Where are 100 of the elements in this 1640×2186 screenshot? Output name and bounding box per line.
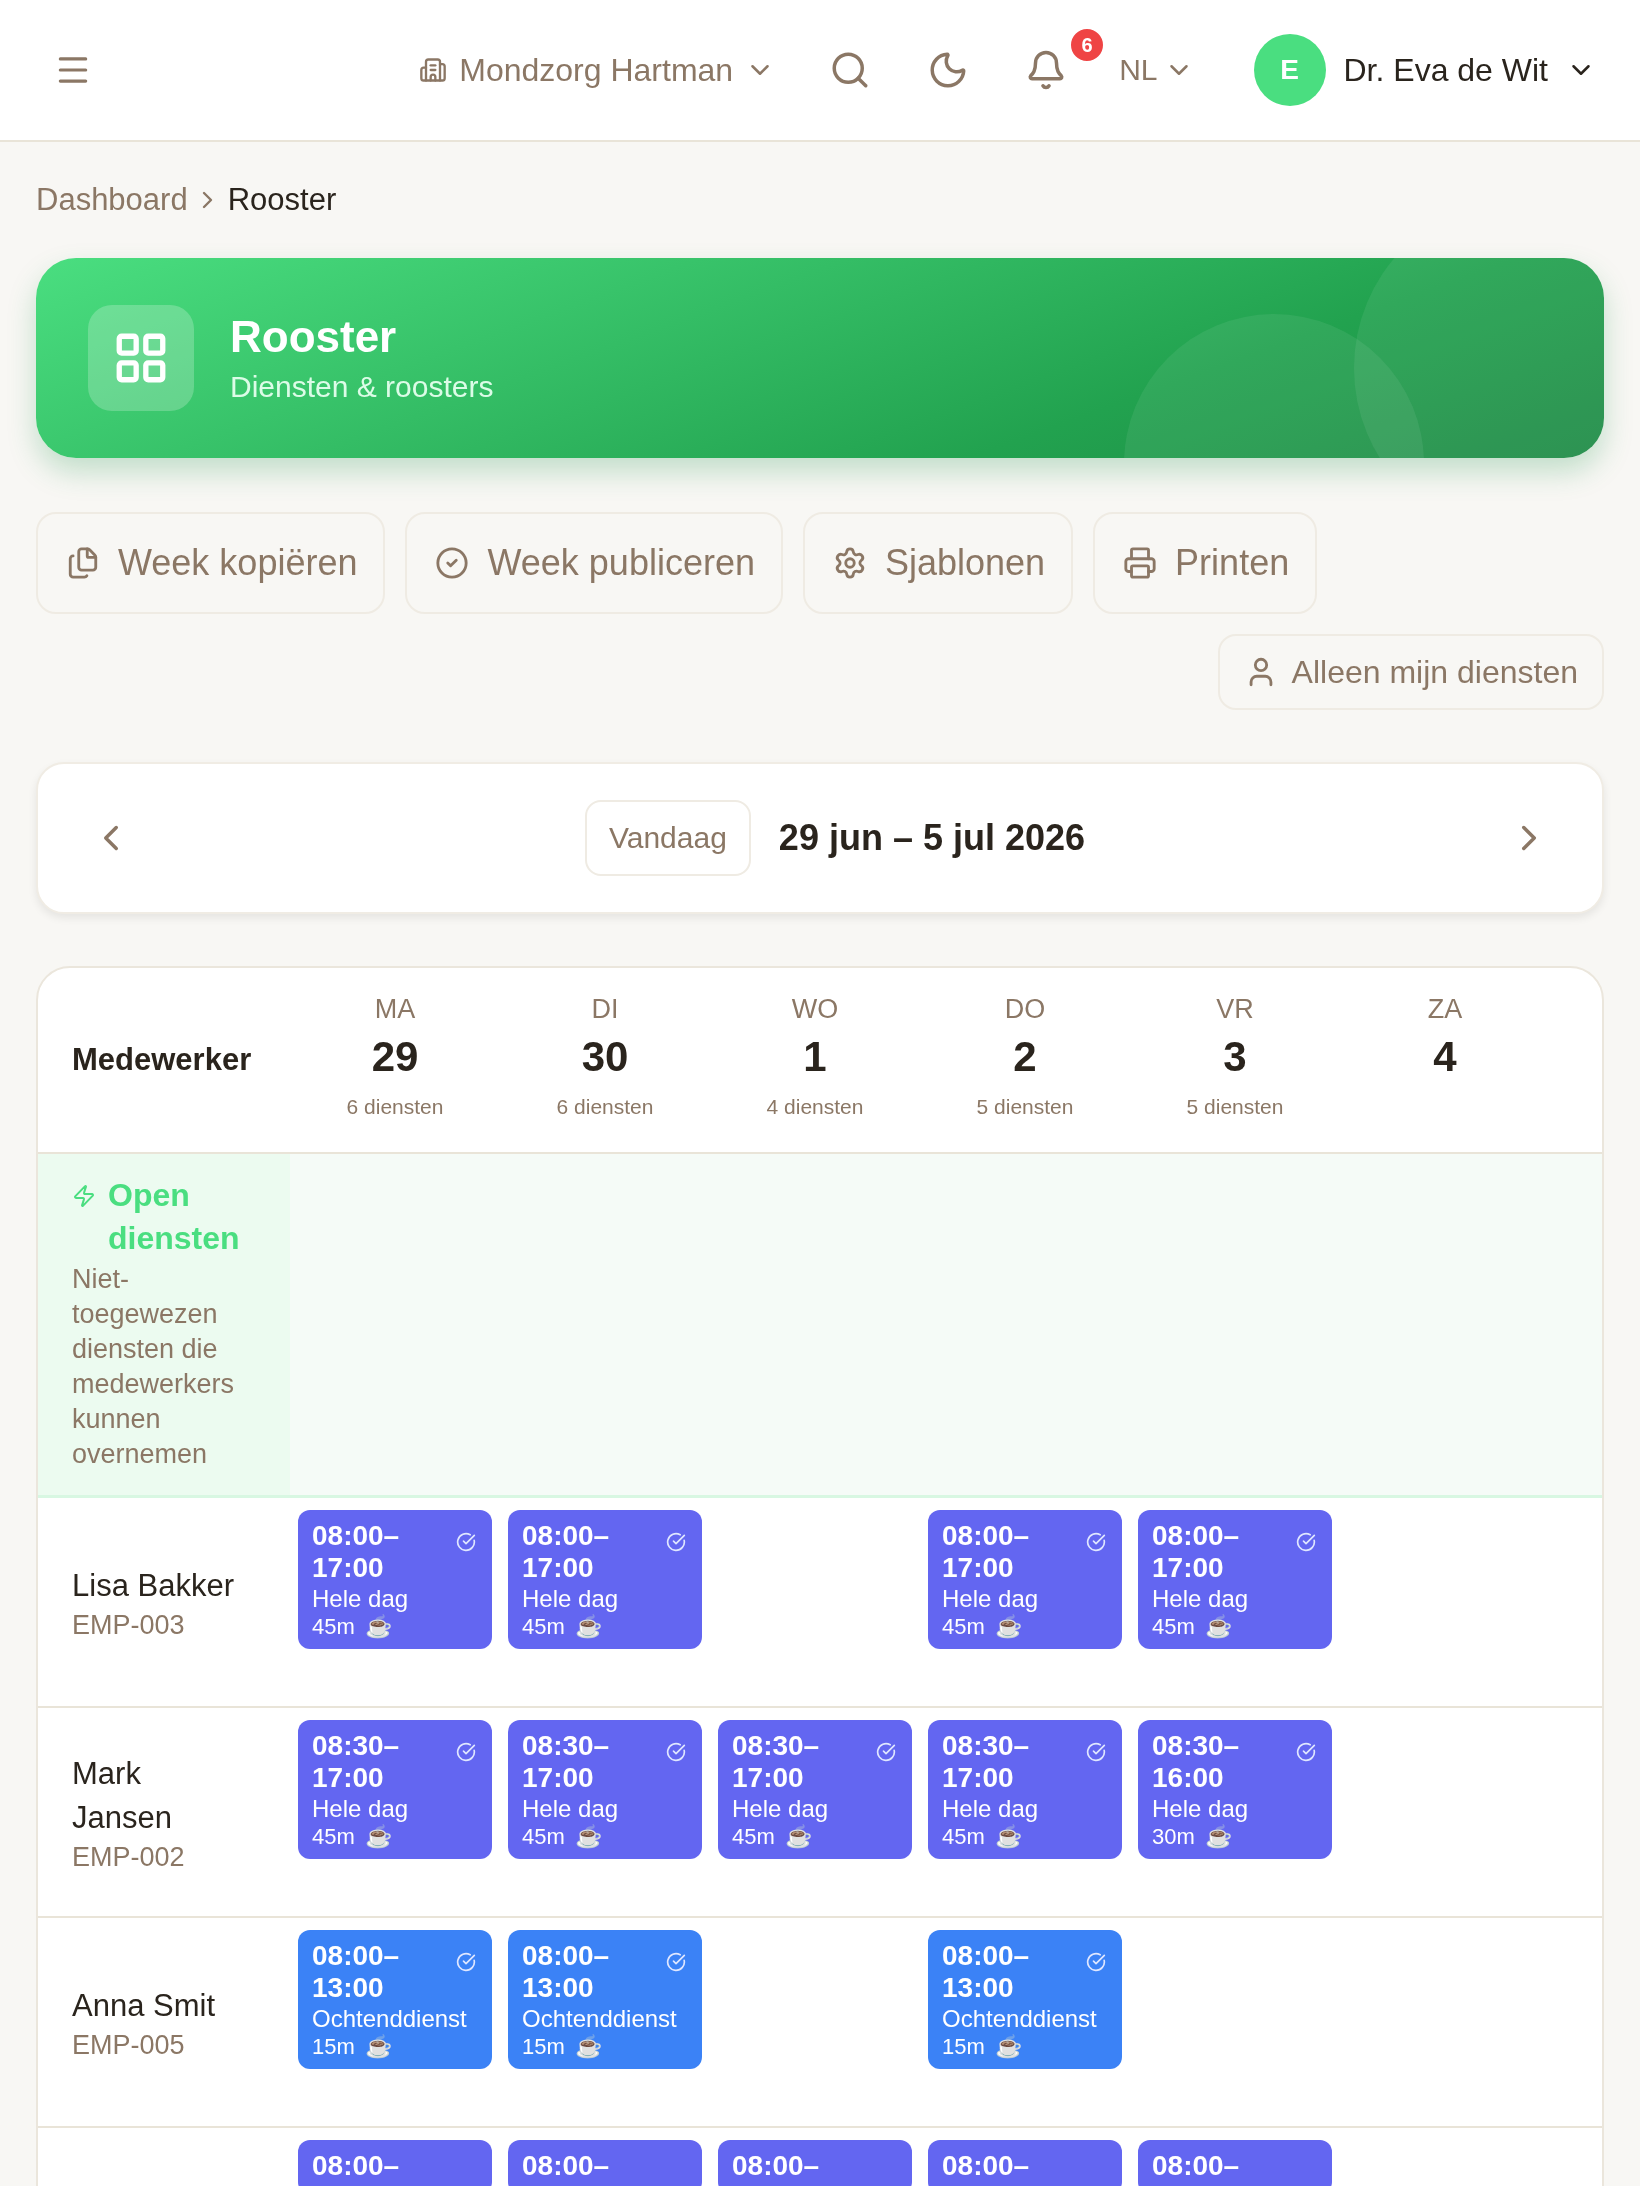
printer-icon (1123, 546, 1158, 580)
chevron-right-icon (201, 191, 214, 209)
breadcrumb-link[interactable]: Dashboard (36, 182, 188, 218)
shift-card[interactable]: 08:30–17:00 Hele dag 45m ☕ (298, 1720, 492, 1859)
coffee-icon: ☕ (784, 1824, 812, 1850)
day-number: 2 (1013, 1033, 1037, 1081)
shift-card[interactable]: 08:00–13:00 Ochtenddienst 15m ☕ (928, 1930, 1122, 2069)
action-button[interactable]: Week publiceren (405, 512, 783, 614)
breadcrumb-link[interactable]: Rooster (227, 182, 337, 218)
employee-name: Lisa Bakker (72, 1566, 235, 1605)
page-title: Rooster (230, 312, 398, 362)
shift-type: Hele dag (1152, 1584, 1250, 1614)
shift-card[interactable]: 08:00–17:00 Hele dag 45m ☕ (298, 1510, 492, 1649)
break-duration: 45m (522, 1614, 565, 1640)
coffee-icon: ☕ (364, 2034, 392, 2060)
day-number: 1 (803, 1033, 827, 1081)
break-duration: 45m (312, 1614, 355, 1640)
shift-card[interactable]: 08:30–17:00 Hele dag 45m ☕ (718, 1720, 912, 1859)
break-duration: 15m (522, 2034, 565, 2060)
coffee-icon: ☕ (994, 2034, 1022, 2060)
weekday-label: DI (591, 994, 619, 1025)
action-button[interactable]: Week kopiëren (36, 512, 386, 614)
shift-count: 5 diensten (976, 1095, 1074, 1119)
shift-card[interactable]: 08:00– (508, 2140, 702, 2186)
action-button[interactable]: Printen (1093, 512, 1318, 614)
weekday-label: DO (1004, 994, 1046, 1025)
building-icon (419, 56, 448, 84)
shift-card[interactable]: 08:30–16:00 Hele dag 30m ☕ (1138, 1720, 1332, 1859)
shift-card[interactable]: 08:00– (298, 2140, 492, 2186)
user-menu[interactable]: E Dr. Eva de Wit (1253, 34, 1596, 106)
shift-card[interactable]: 08:00–17:00 Hele dag 45m ☕ (508, 1510, 702, 1649)
coffee-icon: ☕ (574, 1614, 602, 1640)
employee-code: EMP-003 (72, 1609, 186, 1641)
shift-card[interactable]: 08:00– (718, 2140, 912, 2186)
shift-card[interactable]: 08:00–17:00 Hele dag 45m ☕ (1138, 1510, 1332, 1649)
column-header: Medewerker (71, 1041, 253, 1079)
break-duration: 15m (312, 2034, 355, 2060)
organization-selector[interactable]: Mondzorg Hartman (419, 51, 776, 89)
shift-time: 08:00–17:00 (1152, 1520, 1241, 1584)
shift-type: Hele dag (942, 1584, 1040, 1614)
break-duration: 45m (312, 1824, 355, 1850)
break-duration: 45m (942, 1824, 985, 1850)
shift-time: 08:30–17:00 (522, 1730, 611, 1794)
employee-name: Mark Jansen (72, 1754, 173, 1837)
coffee-icon: ☕ (1204, 1824, 1232, 1850)
shift-type: Ochtenddienst (522, 2004, 678, 2034)
avatar: E (1253, 34, 1326, 106)
check-circle-icon (435, 546, 470, 580)
shift-card[interactable]: 08:30–17:00 Hele dag 45m ☕ (508, 1720, 702, 1859)
notification-badge: 6 (1069, 27, 1106, 63)
break-duration: 45m (942, 1614, 985, 1640)
today-button[interactable]: Vandaag (584, 800, 751, 876)
shift-card[interactable]: 08:00– (1138, 2140, 1332, 2186)
shift-card[interactable]: 08:00–17:00 Hele dag 45m ☕ (928, 1510, 1122, 1649)
day-number: 3 (1223, 1033, 1247, 1081)
shift-count: 5 diensten (1186, 1095, 1284, 1119)
day-number: 30 (581, 1033, 629, 1081)
shift-time: 08:00– (942, 2150, 1031, 2182)
shift-time: 08:00–17:00 (312, 1520, 401, 1584)
break-duration: 15m (942, 2034, 985, 2060)
coffee-icon: ☕ (574, 2034, 602, 2060)
coffee-icon: ☕ (364, 1614, 392, 1640)
language-selector[interactable]: NL (1119, 53, 1194, 87)
break-duration: 45m (522, 1824, 565, 1850)
shift-time: 08:30–16:00 (1152, 1730, 1241, 1794)
shift-card[interactable]: 08:30–17:00 Hele dag 45m ☕ (928, 1720, 1122, 1859)
weekday-label: ZA (1427, 994, 1463, 1025)
shift-count: 4 diensten (766, 1095, 864, 1119)
shift-type: Hele dag (312, 1794, 410, 1824)
weekday-label: VR (1216, 994, 1254, 1025)
filter-toggle[interactable]: Alleen mijn diensten (1217, 634, 1604, 710)
coffee-icon: ☕ (994, 1614, 1022, 1640)
shift-card[interactable]: 08:00– (928, 2140, 1122, 2186)
shift-card[interactable]: 08:00–13:00 Ochtenddienst 15m ☕ (298, 1930, 492, 2069)
shift-time: 08:00–13:00 (312, 1940, 401, 2004)
coffee-icon: ☕ (994, 1824, 1022, 1850)
action-button[interactable]: Sjablonen (802, 512, 1074, 614)
shift-time: 08:00– (732, 2150, 821, 2182)
lightning-icon (72, 1184, 96, 1208)
weekday-label: WO (791, 994, 839, 1025)
shift-type: Hele dag (942, 1794, 1040, 1824)
shift-time: 08:00– (522, 2150, 611, 2182)
shift-type: Ochtenddienst (312, 2004, 468, 2034)
weekday-label: MA (374, 994, 416, 1025)
employee-name: Anna Smit (72, 1986, 216, 2025)
employee-code: EMP-002 (72, 1841, 186, 1873)
page-subtitle: Diensten & roosters (230, 370, 494, 404)
open-shifts-title: Open diensten (108, 1176, 241, 1258)
shift-type: Hele dag (522, 1584, 620, 1614)
shift-card[interactable]: 08:00–13:00 Ochtenddienst 15m ☕ (508, 1930, 702, 2069)
shift-time: 08:00– (312, 2150, 401, 2182)
shift-type: Ochtenddienst (942, 2004, 1098, 2034)
shift-time: 08:00–13:00 (522, 1940, 611, 2004)
break-duration: 45m (1152, 1614, 1195, 1640)
shift-count: 6 diensten (556, 1095, 654, 1119)
shift-time: 08:00– (1152, 2150, 1241, 2182)
shift-type: Hele dag (1152, 1794, 1250, 1824)
break-duration: 30m (1152, 1824, 1195, 1850)
employee-code: EMP-005 (72, 2029, 186, 2061)
open-shifts-description: Niet-toegewezen diensten die medewerkers kunnen overnemen (72, 1263, 236, 1471)
